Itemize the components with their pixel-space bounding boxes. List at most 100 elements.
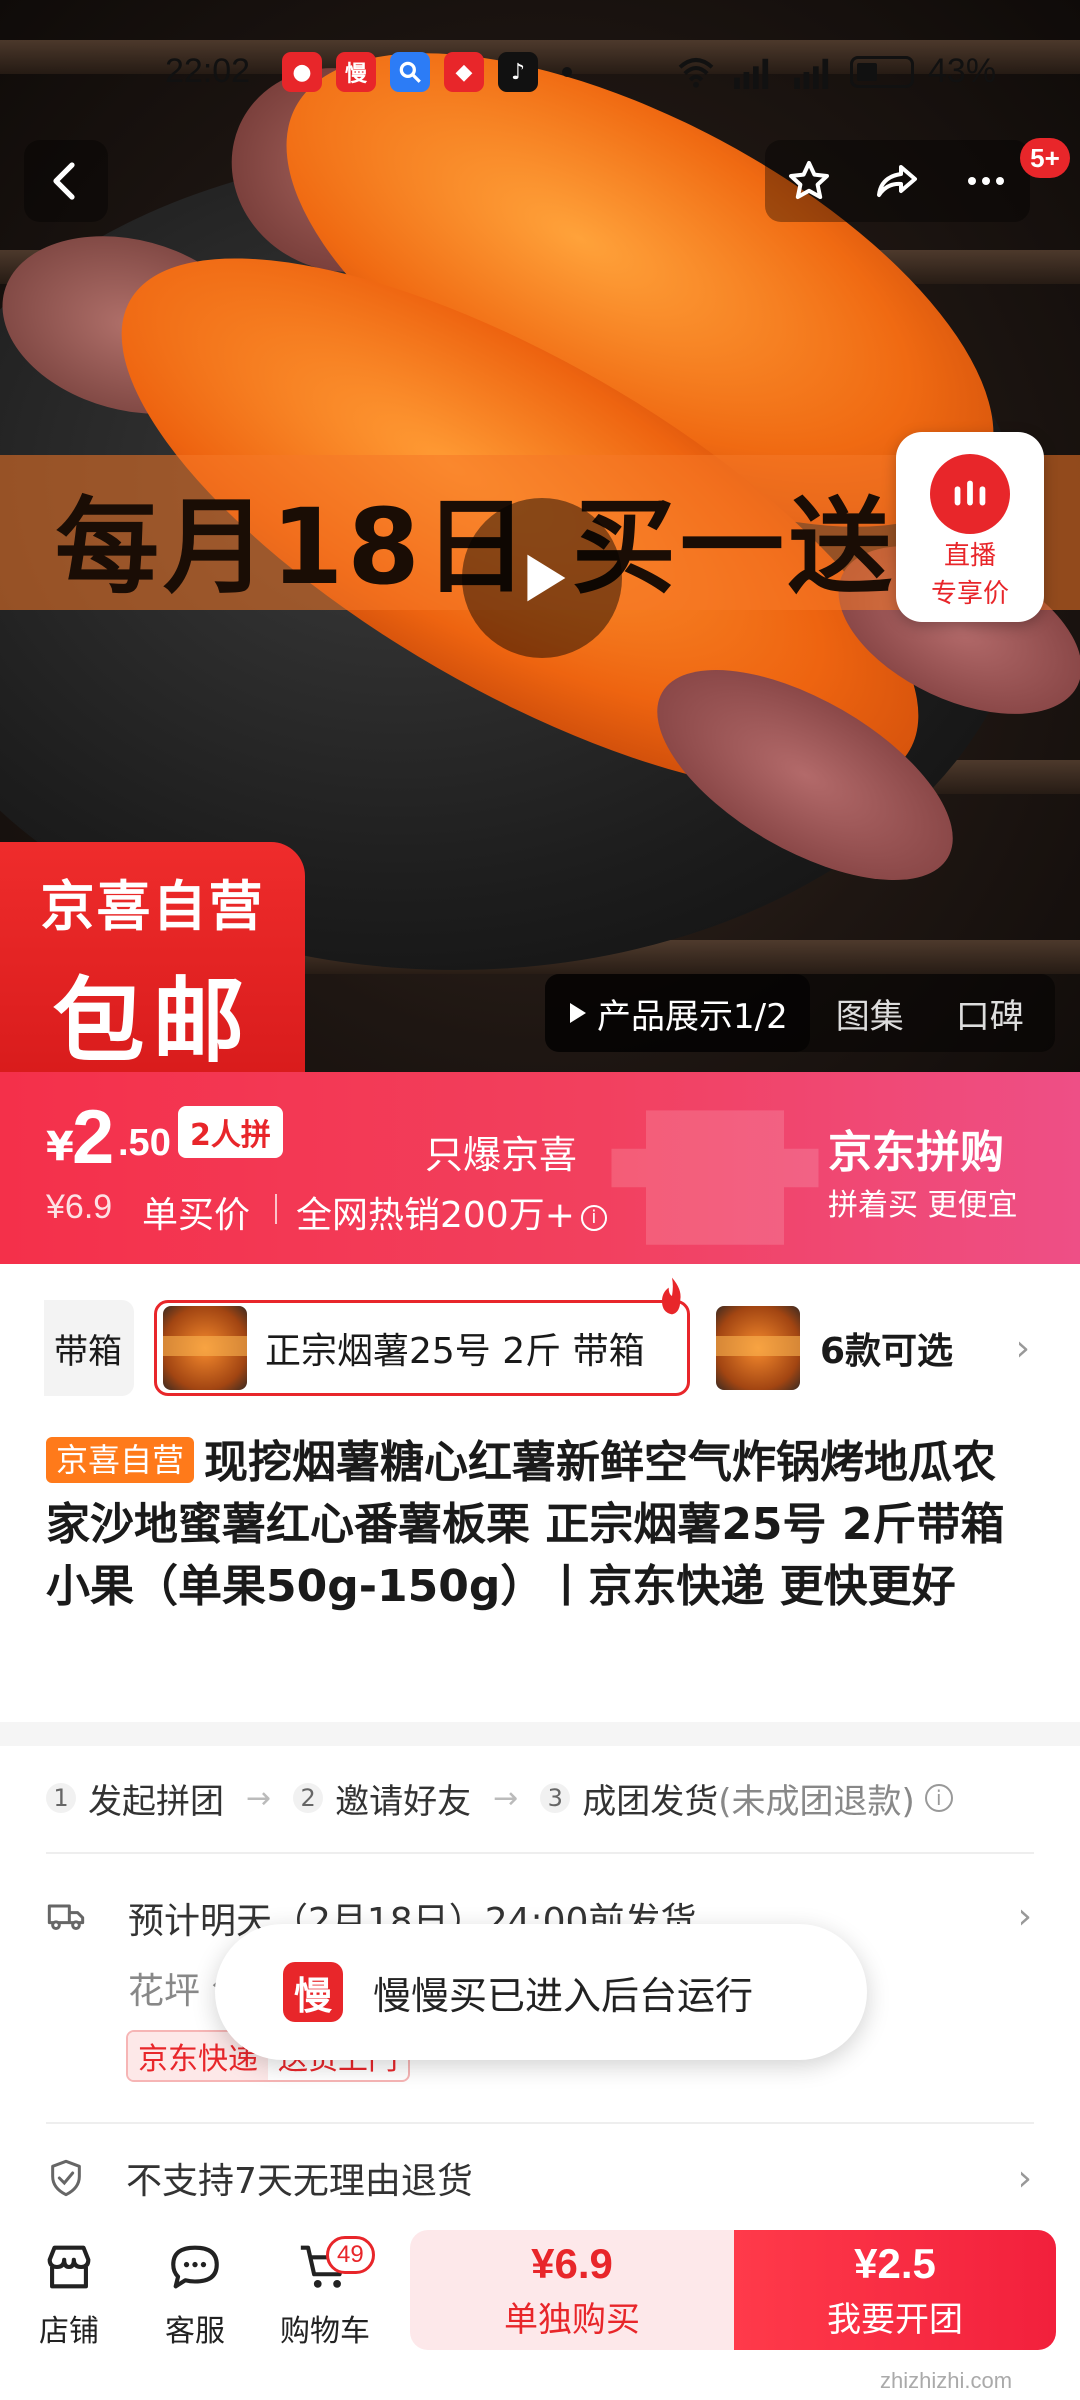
- buy-single-button[interactable]: ¥6.9 单独购买: [410, 2230, 734, 2350]
- star-favorite-icon[interactable]: [785, 157, 833, 205]
- tiktok-app-icon: ♪: [498, 52, 538, 92]
- step-1-label: 发起拼团: [88, 1781, 224, 1822]
- hot-sales-text[interactable]: 全网热销200万+ i: [296, 1186, 607, 1238]
- more-variants-button[interactable]: 6款可选 ›: [710, 1300, 1040, 1396]
- search-app-icon: [390, 52, 430, 92]
- original-price: ¥6.9: [46, 1188, 113, 1226]
- store-label: 店铺: [39, 2314, 99, 2349]
- arrow-right-icon: →: [246, 1780, 272, 1816]
- cart-count-badge: 49: [326, 2236, 375, 2274]
- site-watermark: zhizhizhi.com: [880, 2368, 1013, 2393]
- price-integer: 2: [72, 1095, 115, 1180]
- variant-selected-label: 正宗烟薯25号 2斤 带箱: [265, 1331, 645, 1372]
- price-decimal: .50: [118, 1122, 171, 1164]
- live-price-badge[interactable]: 直播 专享价: [896, 432, 1044, 622]
- single-buy-label: 单独购买: [504, 2300, 640, 2340]
- live-stream-icon: [930, 454, 1010, 534]
- jd-pingou-brand: 京东拼购: [828, 1127, 1004, 1178]
- jingxi-self-operated-tag: 京喜自营: [46, 1437, 195, 1483]
- app-notification-icon: 慢: [336, 52, 376, 92]
- store-button[interactable]: 店铺: [14, 2238, 124, 2350]
- signal-5g-icon: [794, 58, 829, 89]
- variant-prev-label: 带箱: [54, 1331, 122, 1372]
- single-buy-price: ¥6.9: [531, 2240, 613, 2287]
- step-number: 3: [540, 1783, 571, 1813]
- puzzle-decoration: [611, 1110, 819, 1245]
- shield-check-icon: [51, 2159, 81, 2197]
- cart-label: 购物车: [280, 2314, 370, 2349]
- status-bar: 22:02 ● 慢 ◆ ♪ 43%: [0, 46, 1080, 102]
- background-running-toast: 慢 慢慢买已进入后台运行: [215, 1924, 867, 2060]
- variant-thumbnail: [163, 1306, 247, 1390]
- jd-pingou-subtitle: 拼着买 更便宜: [828, 1188, 1018, 1223]
- status-right: 43%: [676, 52, 996, 91]
- live-badge-line2: 专享价: [930, 579, 1009, 609]
- variant-selector: 带箱 正宗烟薯25号 2斤 带箱 6款可选 ›: [0, 1264, 1080, 1434]
- single-price-label: 单买价: [142, 1195, 251, 1236]
- notification-icons: ● 慢 ◆ ♪: [282, 52, 572, 92]
- chat-bubble-icon: [171, 2245, 219, 2289]
- manmanmai-app-icon: 慢: [283, 1962, 343, 2022]
- more-variants-label: 6款可选: [820, 1331, 954, 1372]
- return-policy-text: 不支持7天无理由退货: [126, 2161, 473, 2202]
- variant-thumbnail: [716, 1306, 800, 1390]
- chevron-left-icon: [53, 162, 75, 200]
- play-video-button[interactable]: [462, 498, 622, 658]
- signal-5g-icon: [734, 58, 769, 89]
- tab-reviews[interactable]: 口碑: [930, 989, 1050, 1038]
- jingxi-badge-line1: 京喜自营: [40, 875, 265, 938]
- message-count-badge: 5+: [1020, 138, 1070, 178]
- group-buy-price: ¥2.5: [854, 2240, 936, 2287]
- section-gap: [0, 1722, 1080, 1746]
- play-icon: [527, 554, 566, 602]
- jingxi-badge-line2: 包邮: [52, 968, 253, 1075]
- arrow-right-icon: →: [493, 1780, 519, 1816]
- price-currency: ¥: [46, 1124, 74, 1170]
- tab-product-video-label: 产品展示1/2: [597, 996, 788, 1037]
- customer-service-label: 客服: [165, 2314, 225, 2349]
- tab-product-video[interactable]: 产品展示1/2: [545, 974, 810, 1052]
- divider: [46, 1852, 1034, 1854]
- battery-percent: 43%: [928, 52, 997, 90]
- wifi-icon: [678, 57, 714, 88]
- battery-icon: [850, 55, 914, 88]
- return-policy-row[interactable]: 不支持7天无理由退货 ›: [46, 2150, 1036, 2206]
- group-size-tag: 2人拼: [178, 1106, 283, 1158]
- fire-hot-icon: [662, 1277, 681, 1315]
- status-time: 22:02: [165, 52, 251, 90]
- media-tabs: 产品展示1/2 图集 口碑: [545, 974, 1055, 1052]
- chevron-right-icon: ›: [1017, 1896, 1032, 1937]
- chevron-right-icon: ›: [1017, 2157, 1032, 2199]
- share-icon[interactable]: [873, 157, 921, 205]
- group-buy-steps[interactable]: 1 发起拼团 → 2 邀请好友 → 3 成团发货 (未成团退款) i: [46, 1770, 1036, 1826]
- price-bar: ¥ 2 .50 2人拼 只爆京喜 ¥6.9 单买价 全网热销200万+ i 京东拼…: [0, 1072, 1080, 1264]
- step-3-label: 成团发货: [582, 1781, 719, 1822]
- divider: [46, 2122, 1034, 2124]
- variant-option-selected[interactable]: 正宗烟薯25号 2斤 带箱: [154, 1300, 690, 1396]
- info-icon: i: [580, 1205, 607, 1231]
- toast-text: 慢慢买已进入后台运行: [373, 1973, 754, 2018]
- truck-icon: [47, 1904, 85, 1930]
- step-number: 1: [46, 1783, 76, 1813]
- divider: [275, 1194, 277, 1224]
- more-icon[interactable]: [962, 157, 1010, 205]
- jingxi-free-shipping-badge: 京喜自营 包邮: [0, 842, 305, 1075]
- step-2-label: 邀请好友: [335, 1781, 472, 1822]
- variant-option-previous[interactable]: 带箱: [44, 1300, 134, 1396]
- step-3-note: (未成团退款): [718, 1781, 915, 1822]
- app-notification-icon: ●: [282, 52, 322, 92]
- customer-service-button[interactable]: 客服: [140, 2238, 250, 2350]
- chevron-right-icon: ›: [1015, 1327, 1030, 1369]
- tab-gallery[interactable]: 图集: [810, 989, 930, 1038]
- price-slogan: 只爆京喜: [425, 1133, 578, 1177]
- step-number: 2: [293, 1783, 324, 1813]
- live-badge-line1: 直播: [943, 541, 996, 571]
- start-group-buy-button[interactable]: ¥2.5 我要开团: [734, 2230, 1056, 2350]
- header-actions: [765, 140, 1030, 222]
- back-button[interactable]: [24, 140, 108, 222]
- group-buy-label: 我要开团: [827, 2300, 963, 2340]
- more-notifications-dot: [562, 67, 572, 77]
- hot-sales-label: 全网热销200万+: [296, 1195, 575, 1236]
- app-notification-icon: ◆: [444, 52, 484, 92]
- store-icon: [47, 2245, 91, 2289]
